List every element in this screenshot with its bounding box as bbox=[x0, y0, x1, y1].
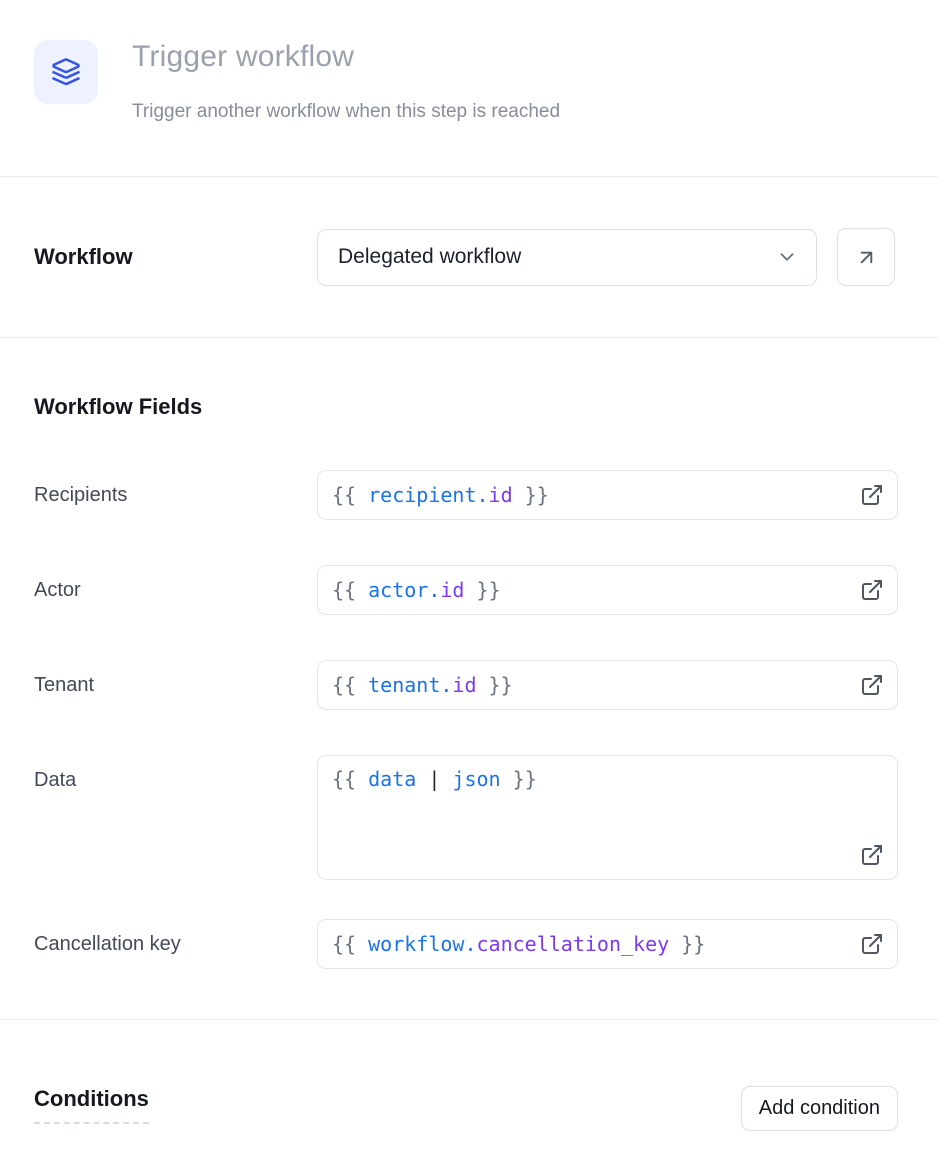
external-link-icon[interactable] bbox=[860, 483, 884, 507]
field-label: Tenant bbox=[34, 673, 317, 697]
open-workflow-button[interactable] bbox=[837, 228, 895, 286]
external-link-icon[interactable] bbox=[860, 578, 884, 602]
step-header-text: Trigger workflow Trigger another workflo… bbox=[132, 40, 898, 123]
external-link-icon[interactable] bbox=[860, 932, 884, 956]
field-label: Actor bbox=[34, 578, 317, 602]
workflow-fields-rows: Recipients {{ recipient.id }} Actor {{ a… bbox=[34, 470, 898, 969]
chevron-down-icon bbox=[776, 246, 798, 268]
field-code-value: {{ recipient.id }} bbox=[332, 483, 549, 507]
step-subtitle: Trigger another workflow when this step … bbox=[132, 101, 898, 123]
add-condition-button[interactable]: Add condition bbox=[741, 1086, 898, 1131]
field-label: Recipients bbox=[34, 483, 317, 507]
conditions-section: Conditions Add condition bbox=[0, 1020, 938, 1131]
step-header: Trigger workflow Trigger another workflo… bbox=[0, 0, 938, 177]
arrow-up-right-icon bbox=[855, 246, 878, 269]
field-row: Cancellation key {{ workflow.cancellatio… bbox=[34, 919, 898, 969]
external-link-icon[interactable] bbox=[860, 843, 884, 867]
field-label: Data bbox=[34, 755, 317, 792]
field-input-data[interactable]: {{ data | json }} bbox=[317, 755, 898, 880]
workflow-label: Workflow bbox=[34, 244, 317, 270]
conditions-heading: Conditions bbox=[34, 1086, 149, 1124]
field-row: Actor {{ actor.id }} bbox=[34, 565, 898, 615]
field-input-tenant[interactable]: {{ tenant.id }} bbox=[317, 660, 898, 710]
step-icon-badge bbox=[34, 40, 98, 104]
field-input-cancellation-key[interactable]: {{ workflow.cancellation_key }} bbox=[317, 919, 898, 969]
workflow-fields-heading: Workflow Fields bbox=[34, 394, 898, 420]
step-title[interactable]: Trigger workflow bbox=[132, 40, 898, 73]
field-code-value: {{ data | json }} bbox=[332, 767, 537, 791]
workflow-select[interactable]: Delegated workflow bbox=[317, 229, 817, 286]
field-row: Recipients {{ recipient.id }} bbox=[34, 470, 898, 520]
field-code-value: {{ actor.id }} bbox=[332, 578, 501, 602]
field-row: Data {{ data | json }} bbox=[34, 755, 898, 880]
workflow-fields-section: Workflow Fields Recipients {{ recipient.… bbox=[0, 338, 938, 1020]
field-label: Cancellation key bbox=[34, 932, 317, 956]
field-code-value: {{ workflow.cancellation_key }} bbox=[332, 932, 705, 956]
field-row: Tenant {{ tenant.id }} bbox=[34, 660, 898, 710]
field-input-actor[interactable]: {{ actor.id }} bbox=[317, 565, 898, 615]
layers-icon bbox=[51, 57, 81, 87]
field-code-value: {{ tenant.id }} bbox=[332, 673, 513, 697]
field-input-recipients[interactable]: {{ recipient.id }} bbox=[317, 470, 898, 520]
external-link-icon[interactable] bbox=[860, 673, 884, 697]
workflow-select-value: Delegated workflow bbox=[338, 245, 521, 269]
workflow-select-section: Workflow Delegated workflow bbox=[0, 177, 938, 338]
